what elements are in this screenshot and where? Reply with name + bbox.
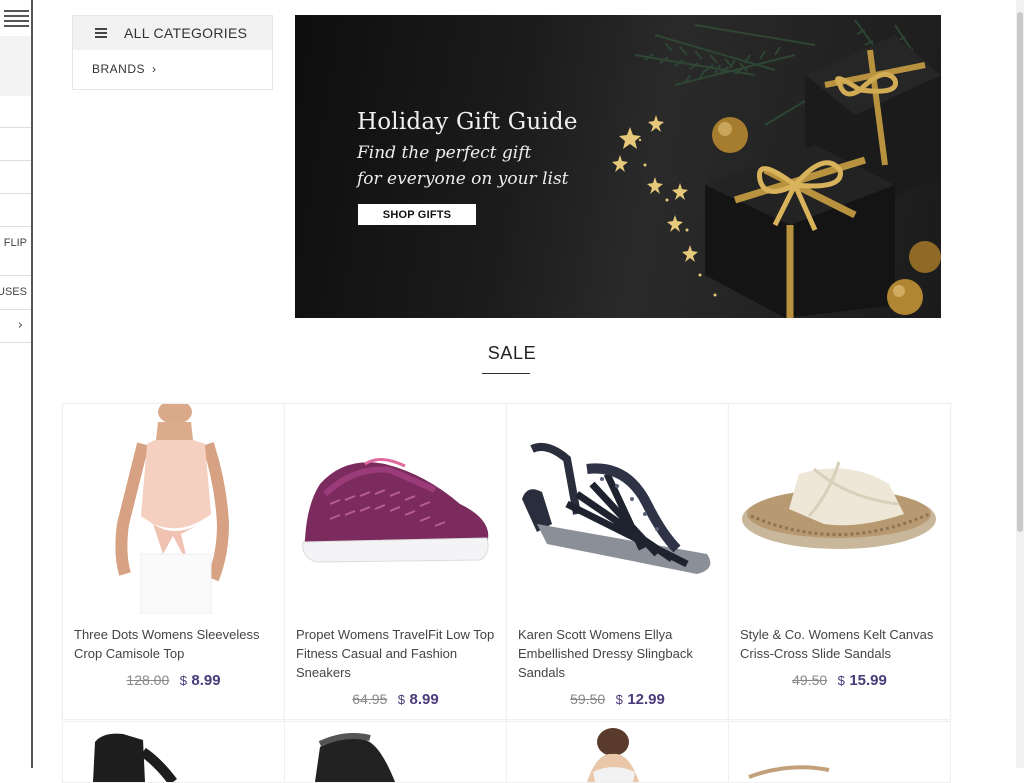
- section-title: SALE: [487, 343, 537, 363]
- product-image[interactable]: [285, 404, 506, 614]
- product-name[interactable]: Style & Co. Womens Kelt Canvas Criss-Cro…: [740, 625, 940, 663]
- currency-symbol: $: [179, 673, 187, 688]
- brands-label: BRANDS: [92, 62, 146, 76]
- product-image[interactable]: [729, 404, 950, 614]
- brands-link[interactable]: BRANDS ›: [73, 50, 272, 88]
- categories-menu: ALL CATEGORIES BRANDS ›: [72, 15, 273, 90]
- chevron-right-icon: ›: [152, 62, 157, 76]
- drawer-item-uses[interactable]: USES: [0, 286, 27, 298]
- original-price: 49.50: [792, 672, 828, 688]
- drawer-divider: [0, 226, 31, 227]
- sale-price: 8.99: [191, 672, 221, 689]
- product-price: 64.95 $ 8.99: [285, 691, 506, 709]
- page-scrollbar[interactable]: [1016, 0, 1024, 768]
- product-image[interactable]: [63, 404, 284, 614]
- drawer-header-area: [0, 36, 31, 96]
- product-name[interactable]: Three Dots Womens Sleeveless Crop Camiso…: [74, 625, 274, 663]
- banner-subtitle-line1: Find the perfect gift: [357, 143, 532, 163]
- currency-symbol: $: [615, 692, 623, 707]
- banner-title: Holiday Gift Guide: [357, 109, 578, 135]
- product-card[interactable]: Karen Scott Womens Ellya Embellished Dre…: [506, 403, 729, 720]
- sale-price: 15.99: [849, 672, 887, 689]
- product-card[interactable]: [506, 721, 729, 783]
- product-card[interactable]: [284, 721, 507, 783]
- holiday-banner[interactable]: Holiday Gift Guide Find the perfect gift…: [295, 15, 941, 318]
- scrollbar-thumb[interactable]: [1017, 12, 1023, 532]
- section-underline: [482, 373, 530, 374]
- product-image[interactable]: [507, 404, 728, 614]
- gift-boxes-illustration: [612, 19, 941, 318]
- drawer-divider: [0, 275, 31, 276]
- hamburger-icon[interactable]: [4, 10, 29, 30]
- product-price: 49.50 $ 15.99: [729, 672, 950, 690]
- drawer-divider: [0, 160, 31, 161]
- list-icon: [95, 26, 107, 40]
- sale-price: 12.99: [627, 691, 665, 708]
- original-price: 59.50: [570, 691, 606, 707]
- all-categories-button[interactable]: ALL CATEGORIES: [73, 16, 272, 50]
- product-image[interactable]: [285, 722, 506, 782]
- product-card[interactable]: [62, 721, 285, 783]
- product-price: 59.50 $ 12.99: [507, 691, 728, 709]
- currency-symbol: $: [397, 692, 406, 707]
- chevron-right-icon[interactable]: ›: [18, 318, 23, 333]
- drawer-divider: [0, 309, 31, 310]
- drawer-item-flip[interactable]: FLIP: [4, 237, 27, 249]
- all-categories-label: ALL CATEGORIES: [124, 25, 248, 41]
- product-image[interactable]: [729, 722, 950, 782]
- product-image[interactable]: [63, 722, 284, 782]
- product-price: 128.00 $ 8.99: [63, 672, 284, 690]
- product-card[interactable]: [728, 721, 951, 783]
- product-card[interactable]: Propet Womens TravelFit Low Top Fitness …: [284, 403, 507, 720]
- shop-gifts-button[interactable]: SHOP GIFTS: [358, 204, 476, 225]
- product-card[interactable]: Three Dots Womens Sleeveless Crop Camiso…: [62, 403, 285, 720]
- side-drawer: FLIP USES ›: [0, 0, 33, 768]
- drawer-divider: [0, 193, 31, 194]
- product-name[interactable]: Propet Womens TravelFit Low Top Fitness …: [296, 625, 496, 682]
- product-card[interactable]: Style & Co. Womens Kelt Canvas Criss-Cro…: [728, 403, 951, 720]
- banner-subtitle-line2: for everyone on your list: [357, 169, 569, 189]
- product-name[interactable]: Karen Scott Womens Ellya Embellished Dre…: [518, 625, 718, 682]
- original-price: 128.00: [126, 672, 170, 688]
- product-image[interactable]: [507, 722, 728, 782]
- drawer-divider: [0, 127, 31, 128]
- sale-price: 8.99: [409, 691, 439, 708]
- currency-symbol: $: [837, 673, 845, 688]
- original-price: 64.95: [352, 691, 388, 707]
